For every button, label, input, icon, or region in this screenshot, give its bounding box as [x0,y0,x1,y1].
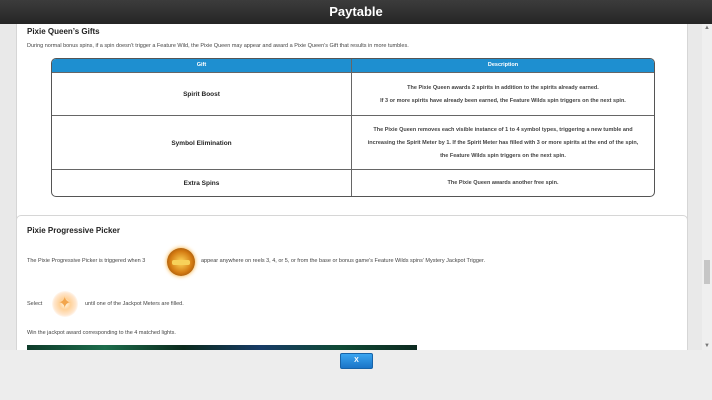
select-text-start: Select [27,301,43,307]
scroll-thumb[interactable] [704,260,710,284]
section-intro: During normal bonus spins, if a spin doe… [27,43,409,49]
gift-name: Spirit Boost [183,91,220,98]
description-line: If 3 or more spirits have already been e… [380,97,626,104]
vertical-scrollbar[interactable]: ▲ ▼ [702,24,712,350]
select-text-end: until one of the Jackpot Meters are fill… [85,301,184,307]
header-gift: Gift [52,59,351,72]
description-line: increasing the Spirit Meter by 1. If the… [367,139,639,146]
section-title: Pixie Queen’s Gifts [27,27,100,36]
gift-name: Extra Spins [183,180,220,187]
section-title: Pixie Progressive Picker [27,226,120,235]
win-text: Win the jackpot award corresponding to t… [27,330,176,336]
description-line: The Pixie Queen awards another free spin… [447,180,559,186]
pixie-progressive-picker-panel: Pixie Progressive Picker The Pixie Progr… [16,215,688,350]
table-row-spirit-boost: Spirit Boost The Pixie Queen awards 2 sp… [52,72,654,116]
description-line: The Pixie Queen awards 2 spirits in addi… [407,84,599,91]
gift-name: Symbol Elimination [171,139,232,147]
gifts-table: Gift Description Spirit Boost The Pixie … [51,58,655,197]
sparkle-light-icon [52,291,78,317]
pixie-queens-gifts-panel: Pixie Queen’s Gifts During normal bonus … [16,24,688,235]
trigger-text-end: appear anywhere on reels 3, 4, or 5, or … [201,258,485,264]
window-title: Paytable [0,0,712,24]
paytable-scroll-area[interactable]: Pixie Queen’s Gifts During normal bonus … [0,24,712,350]
trigger-text-start: The Pixie Progressive Picker is triggere… [27,258,146,264]
gift-description: The Pixie Queen awards another free spin… [352,170,654,196]
header-description: Description [352,59,654,72]
footer-bar: X [0,350,712,400]
scroll-up-icon[interactable]: ▲ [702,24,712,32]
gift-description: The Pixie Queen removes each visible ins… [352,116,654,170]
description-line: The Pixie Queen removes each visible ins… [373,126,633,133]
close-button[interactable]: X [340,353,373,369]
table-row-extra-spins: Extra Spins The Pixie Queen awards anoth… [52,169,654,196]
description-line: the Feature Wilds spin triggers on the n… [440,152,566,159]
gift-description: The Pixie Queen awards 2 spirits in addi… [352,73,654,116]
table-row-symbol-elimination: Symbol Elimination The Pixie Queen remov… [52,115,654,170]
scroll-down-icon[interactable]: ▼ [702,342,712,350]
jackpot-badge-icon [167,248,195,276]
